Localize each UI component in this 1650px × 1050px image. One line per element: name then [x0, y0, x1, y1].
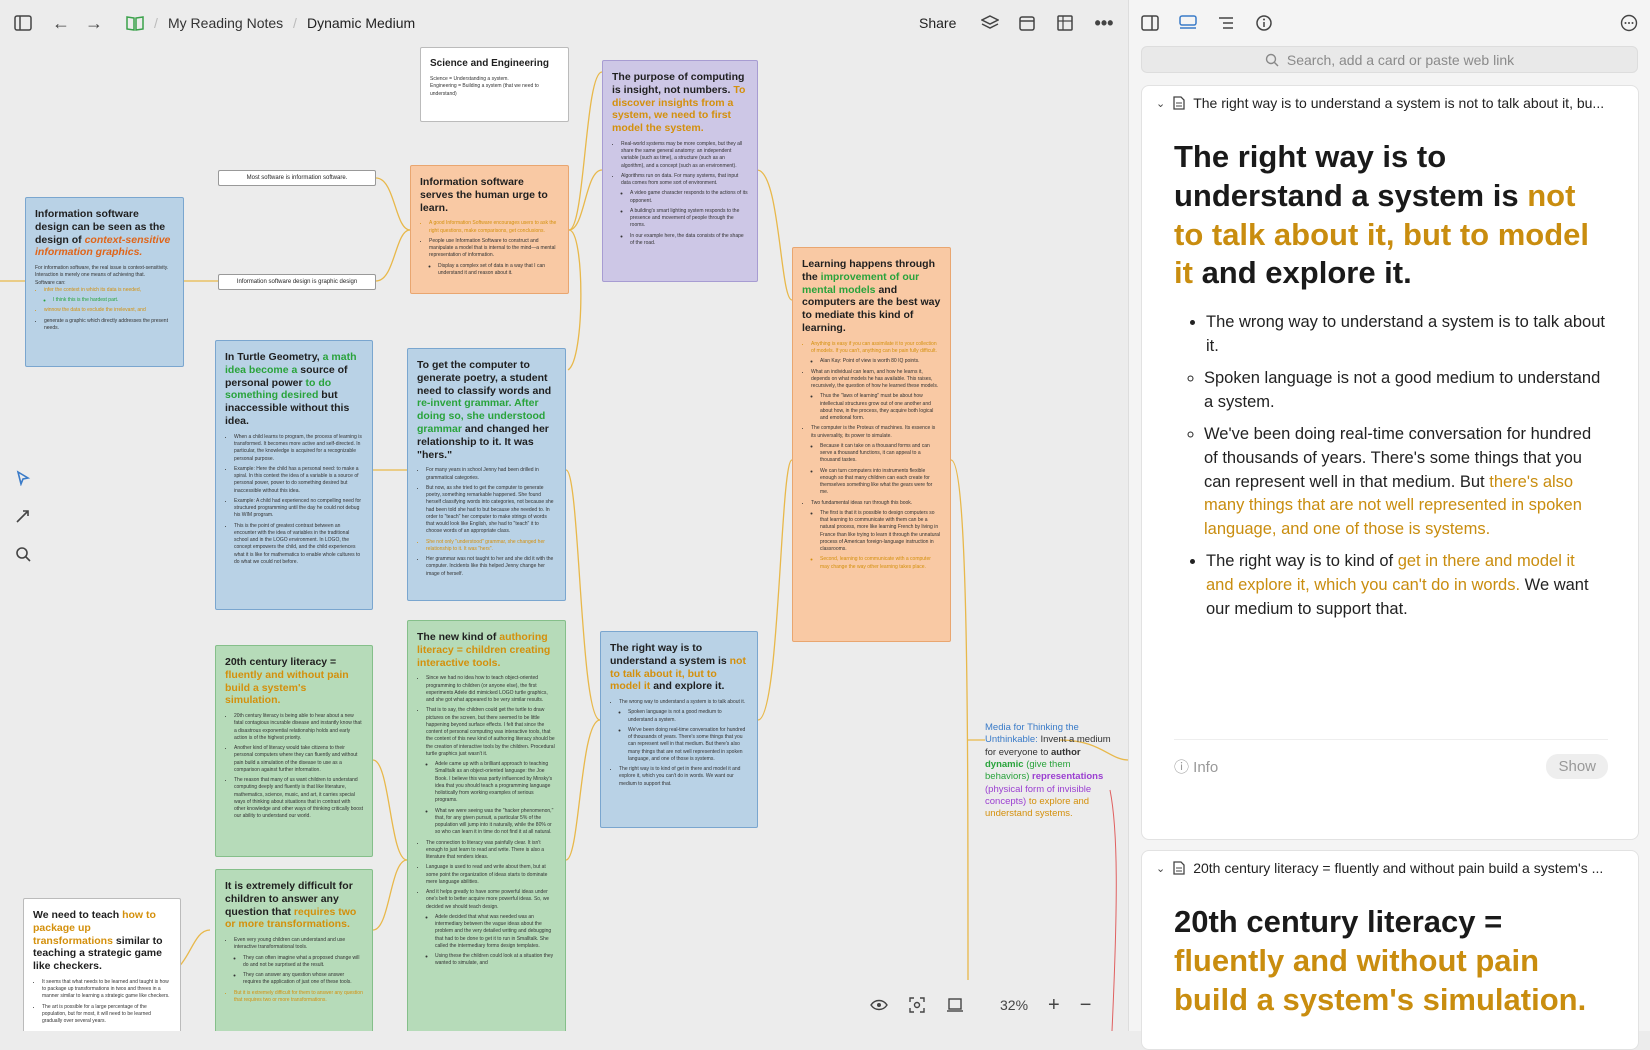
sidebar-toggle-icon[interactable] [12, 12, 34, 34]
canvas-tools [10, 465, 36, 579]
breadcrumb-current[interactable]: Dynamic Medium [307, 15, 415, 31]
card-title: 20th century literacy = fluently and wit… [225, 656, 349, 707]
more-icon[interactable]: ••• [1092, 12, 1116, 34]
card-bullets: For many years in school Jenny had been … [417, 467, 556, 578]
panel-toolbar [1129, 0, 1650, 46]
share-button[interactable]: Share [919, 15, 956, 31]
layers-icon[interactable] [979, 12, 1001, 34]
card-bullets: When a child learns to program, the proc… [225, 434, 363, 566]
breadcrumb-separator: / [293, 15, 297, 31]
panel-card-header[interactable]: ⌄ 20th century literacy = fluently and w… [1142, 851, 1638, 885]
panel-card-title: The right way is to understand a system … [1193, 95, 1605, 111]
card-bullets: The wrong way to understand a system is … [610, 699, 748, 788]
card-bullets: A good Information Software encourages u… [420, 220, 559, 277]
chevron-down-icon[interactable]: ⌄ [1156, 862, 1165, 875]
card-bullets: Since we had no idea how to teach object… [417, 675, 556, 967]
select-pointer-icon[interactable] [10, 465, 36, 491]
card-turtle-geometry[interactable]: In Turtle Geometry, a math idea become a… [215, 340, 373, 610]
card-information-software-serves[interactable]: Information software serves the human ur… [410, 165, 569, 294]
search-input[interactable]: Search, add a card or paste web link [1141, 46, 1638, 73]
card-title: To get the computer to generate poetry, … [417, 359, 552, 461]
card-paragraph: For information software, the real issue… [35, 265, 169, 279]
panel-card-header[interactable]: ⌄ The right way is to understand a syste… [1142, 86, 1638, 120]
card-line: Engineering = Building a system (that we… [430, 83, 539, 97]
search-icon[interactable] [10, 541, 36, 567]
chevron-down-icon[interactable]: ⌄ [1156, 97, 1165, 110]
card-title: Science and Engineering [430, 58, 549, 69]
top-toolbar: ← → / My Reading Notes / Dynamic Medium … [0, 0, 1128, 46]
card-title: We need to teach how to package up trans… [33, 909, 163, 973]
panel-card-info-row: ⓘ Info Show [1174, 739, 1608, 779]
document-icon [1173, 861, 1185, 875]
panel-card-body: 20th century literacy = fluently and wit… [1142, 885, 1638, 1019]
breadcrumb-separator: / [154, 15, 158, 31]
card-title: The right way is to understand a system … [610, 642, 746, 693]
info-icon[interactable] [1255, 14, 1273, 32]
document-icon [1173, 96, 1185, 110]
eye-icon[interactable] [870, 998, 888, 1012]
zoom-level[interactable]: 32% [1000, 997, 1028, 1013]
card-title: The new kind of authoring literacy = chi… [417, 631, 551, 669]
panel-card-right-way[interactable]: ⌄ The right way is to understand a syste… [1141, 85, 1639, 840]
card-information-software-design[interactable]: Information software design can be seen … [25, 197, 184, 367]
search-placeholder: Search, add a card or paste web link [1286, 51, 1515, 68]
card-purpose-of-computing[interactable]: The purpose of computing is insight, not… [602, 60, 758, 282]
card-title: In Turtle Geometry, a math idea become a… [225, 351, 357, 427]
info-label[interactable]: ⓘ Info [1174, 756, 1218, 777]
fit-view-icon[interactable] [908, 996, 926, 1014]
media-for-thinking-note[interactable]: Media for Thinking the Unthinkable: Inve… [985, 722, 1115, 821]
connector-arrow-icon[interactable] [10, 503, 36, 529]
split-view-icon[interactable] [1141, 15, 1159, 31]
back-arrow-icon[interactable]: ← [50, 12, 72, 34]
card-bullets: Anything is easy if you can assimilate i… [802, 341, 941, 571]
search-icon [1265, 53, 1279, 66]
card-extremely-difficult[interactable]: It is extremely difficult for children t… [215, 869, 373, 1031]
mini-label-most-software[interactable]: Most software is information software. [218, 170, 376, 186]
breadcrumb-root[interactable]: My Reading Notes [168, 15, 283, 31]
panel-more-icon[interactable] [1620, 14, 1638, 32]
card-bullets: It seems that what needs to be learned a… [33, 979, 171, 1026]
mini-label-graphic-design[interactable]: Information software design is graphic d… [218, 274, 376, 290]
panel-card-list: The wrong way to understand a system is … [1174, 311, 1606, 622]
card-teach-transformations[interactable]: We need to teach how to package up trans… [23, 898, 181, 1031]
card-title: Learning happens through the improvement… [802, 258, 941, 334]
whiteboard-canvas[interactable]: Science and Engineering Science = Unders… [0, 0, 1128, 1031]
present-icon[interactable] [946, 996, 964, 1014]
card-authoring-literacy[interactable]: The new kind of authoring literacy = chi… [407, 620, 566, 1031]
card-learning-happens[interactable]: Learning happens through the improvement… [792, 247, 951, 642]
card-science-engineering[interactable]: Science and Engineering Science = Unders… [420, 47, 569, 122]
card-line: Science = Understanding a system. [430, 76, 509, 83]
card-20th-century-literacy[interactable]: 20th century literacy = fluently and wit… [215, 645, 373, 857]
side-panel: Search, add a card or paste web link ⌄ T… [1128, 0, 1650, 1050]
zoom-out-icon[interactable]: − [1080, 994, 1092, 1017]
card-title: Information software design can be seen … [35, 208, 171, 259]
show-button[interactable]: Show [1546, 754, 1608, 779]
outline-icon[interactable] [1217, 15, 1235, 31]
panel-card-title: 20th century literacy = fluently and wit… [1193, 860, 1604, 876]
table-icon[interactable] [1054, 12, 1076, 34]
zoom-in-icon[interactable]: + [1048, 994, 1060, 1017]
card-title: The purpose of computing is insight, not… [612, 71, 746, 135]
card-title: It is extremely difficult for children t… [225, 880, 357, 931]
card-bullets: Even very young children can understand … [225, 937, 363, 1004]
panel-card-body: The right way is to understand a system … [1142, 120, 1638, 622]
panel-card-heading: The right way is to understand a system … [1174, 139, 1590, 291]
forward-arrow-icon[interactable]: → [83, 12, 105, 34]
cards-view-icon[interactable] [1179, 15, 1197, 31]
card-right-way[interactable]: The right way is to understand a system … [600, 631, 758, 828]
calendar-icon[interactable] [1016, 12, 1038, 34]
card-generate-poetry[interactable]: To get the computer to generate poetry, … [407, 348, 566, 601]
card-bullets: Real-world systems may be more complex, … [612, 141, 748, 247]
card-paragraph: Software can: [35, 279, 66, 286]
panel-card-literacy[interactable]: ⌄ 20th century literacy = fluently and w… [1141, 850, 1639, 1050]
card-bullets: 20th century literacy is being able to h… [225, 713, 363, 821]
card-bullets: infer the context in which its data is n… [35, 287, 174, 332]
card-title: Information software serves the human ur… [420, 176, 548, 214]
book-icon[interactable] [124, 12, 146, 34]
bottom-toolbar: 32% + − [870, 990, 1091, 1020]
panel-card-heading: 20th century literacy = fluently and wit… [1174, 904, 1587, 1017]
